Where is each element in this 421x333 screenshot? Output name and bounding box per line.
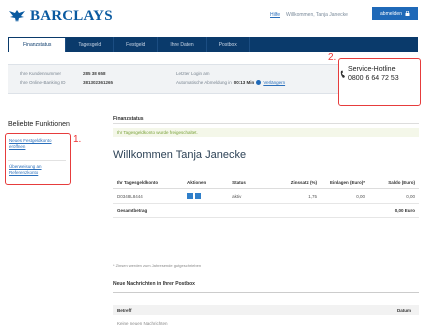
extend-session-link[interactable]: Verlängern xyxy=(263,80,285,85)
barclays-logo[interactable]: BARCLAYS xyxy=(8,6,113,26)
main-navigation: Finanzstatus Tagesgeld Festgeld Ihre Dat… xyxy=(8,37,418,52)
auto-logout-time: 00:13 Min xyxy=(233,80,255,85)
section-divider xyxy=(113,123,419,124)
tab-tagesgeld[interactable]: Tagesgeld xyxy=(66,37,115,52)
footnote: * Zinsen werden zum Jahresende gutgeschr… xyxy=(113,263,202,268)
eagle-icon xyxy=(9,10,25,22)
auto-logout-text: Automatische Abmeldung in xyxy=(176,80,232,85)
col-rate: Zinssatz (%) xyxy=(264,177,321,189)
messages-title: Neue Nachrichten in Ihrer Postbox xyxy=(113,281,195,287)
col-account: Ihr Tagesgeldkonto xyxy=(113,177,183,189)
online-id: 381302361265 xyxy=(83,80,114,85)
account-number: D0348L8444 xyxy=(113,188,183,204)
top-links: Hilfe Willkommen, Tanja Janecke xyxy=(270,12,348,18)
action-icons xyxy=(183,188,229,204)
section-title: Finanzstatus xyxy=(113,116,144,122)
messages-header: Betreff Datum xyxy=(113,305,419,315)
table-row: D0348L8444 aktiv 1,75 0,00 0,00 xyxy=(113,188,419,204)
total-value: 0,00 Euro xyxy=(369,203,419,218)
phone-icon xyxy=(340,70,345,78)
customer-number: 285 38 658 xyxy=(83,71,106,76)
online-id-label: Ihre Online-Banking ID xyxy=(20,80,66,85)
col-date[interactable]: Datum xyxy=(397,308,411,313)
account-status: aktiv xyxy=(228,188,265,204)
refresh-icon[interactable] xyxy=(256,80,262,85)
details-icon[interactable] xyxy=(195,193,201,199)
auto-logout: Automatische Abmeldung in 00:13 Min Verl… xyxy=(176,80,285,85)
col-deposits: Einlagen (Euro)* xyxy=(321,177,369,189)
logout-label: abmelden xyxy=(380,10,402,17)
total-label: Gesamtbetrag xyxy=(113,203,369,218)
table-header-row: Ihr Tagesgeldkonto Aktionen Status Zinss… xyxy=(113,177,419,189)
account-rate: 1,75 xyxy=(264,188,321,204)
messages-divider xyxy=(113,292,419,293)
col-balance: Saldo (Euro) xyxy=(369,177,419,189)
annotation-one: 1. xyxy=(73,134,82,145)
sidebar-link-new-fixed-deposit[interactable]: Neues Festgeldkonto eröffnen xyxy=(9,138,65,150)
last-login-label: Letzter Login am xyxy=(176,71,210,76)
help-link[interactable]: Hilfe xyxy=(270,12,280,18)
col-status: Status xyxy=(228,177,265,189)
table-total-row: Gesamtbetrag 0,00 Euro xyxy=(113,203,419,218)
annotation-two: 2. xyxy=(328,52,337,63)
tab-ihre-daten[interactable]: Ihre Daten xyxy=(158,37,207,52)
page-title: Willkommen Tanja Janecke xyxy=(113,149,247,161)
account-deposits: 0,00 xyxy=(321,188,369,204)
lock-icon xyxy=(405,11,410,16)
account-table: Ihr Tagesgeldkonto Aktionen Status Zinss… xyxy=(113,177,419,218)
tab-finanzstatus[interactable]: Finanzstatus xyxy=(9,38,67,52)
sidebar-divider xyxy=(8,160,66,161)
hotline-number[interactable]: 0800 6 64 72 53 xyxy=(348,75,399,82)
logout-button[interactable]: abmelden xyxy=(372,7,418,20)
customer-number-label: Ihre Kundennummer xyxy=(20,71,62,76)
tab-festgeld[interactable]: Festgeld xyxy=(114,37,159,52)
brand-name: BARCLAYS xyxy=(30,7,113,24)
hotline-label: Service-Hotline xyxy=(348,66,396,73)
col-actions: Aktionen xyxy=(183,177,229,189)
account-balance: 0,00 xyxy=(369,188,419,204)
messages-empty: Keine neuen Nachrichten xyxy=(117,321,168,326)
sidebar-title: Beliebte Funktionen xyxy=(8,121,70,128)
welcome-user: Willkommen, Tanja Janecke xyxy=(286,12,348,18)
sidebar-link-transfer[interactable]: Überweisung an Referenzkonto xyxy=(9,164,65,176)
col-subject[interactable]: Betreff xyxy=(117,308,132,313)
tab-postbox[interactable]: Postbox xyxy=(207,37,250,52)
transfer-icon[interactable] xyxy=(187,193,193,199)
success-message: Ihr Tagesgeldkonto wurde freigeschaltet. xyxy=(113,128,419,137)
